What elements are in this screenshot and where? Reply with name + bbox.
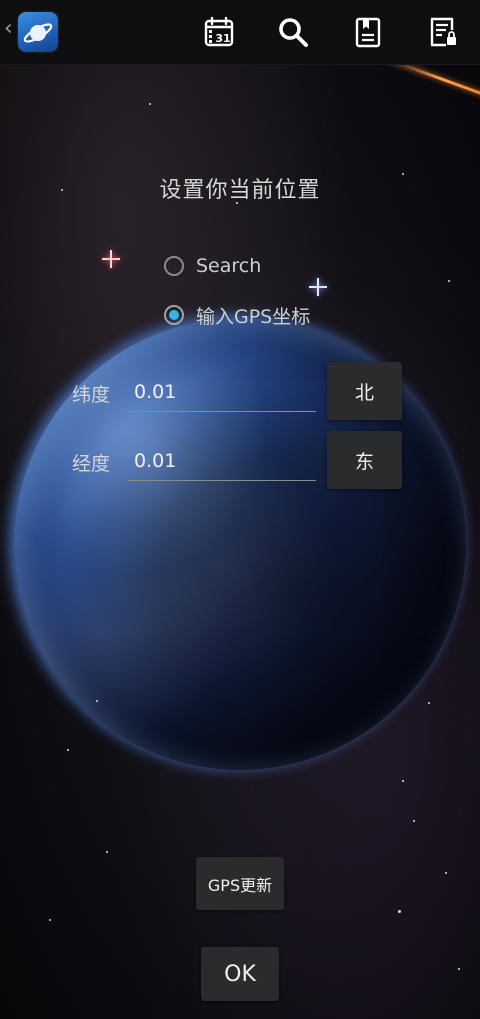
latitude-label: 纬度 [72, 384, 111, 406]
radio-label-search: Search [196, 255, 262, 277]
star [67, 749, 69, 751]
longitude-label: 经度 [72, 453, 111, 475]
star [106, 851, 108, 853]
calendar-icon[interactable]: 31 [201, 14, 237, 50]
star [428, 702, 430, 704]
star [49, 919, 51, 921]
ok-button[interactable]: OK [201, 947, 279, 1001]
star [445, 872, 447, 874]
back-chevron-icon[interactable]: ‹ [4, 18, 13, 40]
top-toolbar: ‹ 31 [0, 0, 480, 65]
radio-label-gps: 输入GPS坐标 [196, 305, 311, 328]
search-icon[interactable] [275, 14, 311, 50]
page-title: 设置你当前位置 [159, 178, 321, 203]
locked-document-icon[interactable] [425, 14, 461, 50]
latitude-hemisphere-button[interactable]: 北 [327, 362, 402, 420]
radio-option-search[interactable]: Search [164, 252, 261, 280]
longitude-hemisphere-button[interactable]: 东 [327, 431, 402, 489]
app-logo-icon[interactable] [18, 12, 58, 52]
gps-update-button[interactable]: GPS更新 [196, 857, 284, 910]
star [96, 700, 98, 702]
latitude-input[interactable] [128, 372, 316, 412]
star [398, 910, 401, 913]
radio-button-gps[interactable] [164, 305, 184, 325]
radio-option-gps[interactable]: 输入GPS坐标 [164, 301, 310, 329]
blue-star-flare [309, 278, 327, 296]
red-star-flare [102, 250, 120, 268]
radio-button-search[interactable] [164, 256, 184, 276]
longitude-input[interactable] [128, 441, 316, 481]
star [413, 820, 415, 822]
star [448, 280, 450, 282]
star [458, 968, 460, 970]
calendar-day-text: 31 [215, 32, 230, 45]
star [402, 780, 404, 782]
star [149, 103, 151, 105]
bookmark-list-icon[interactable] [350, 14, 386, 50]
